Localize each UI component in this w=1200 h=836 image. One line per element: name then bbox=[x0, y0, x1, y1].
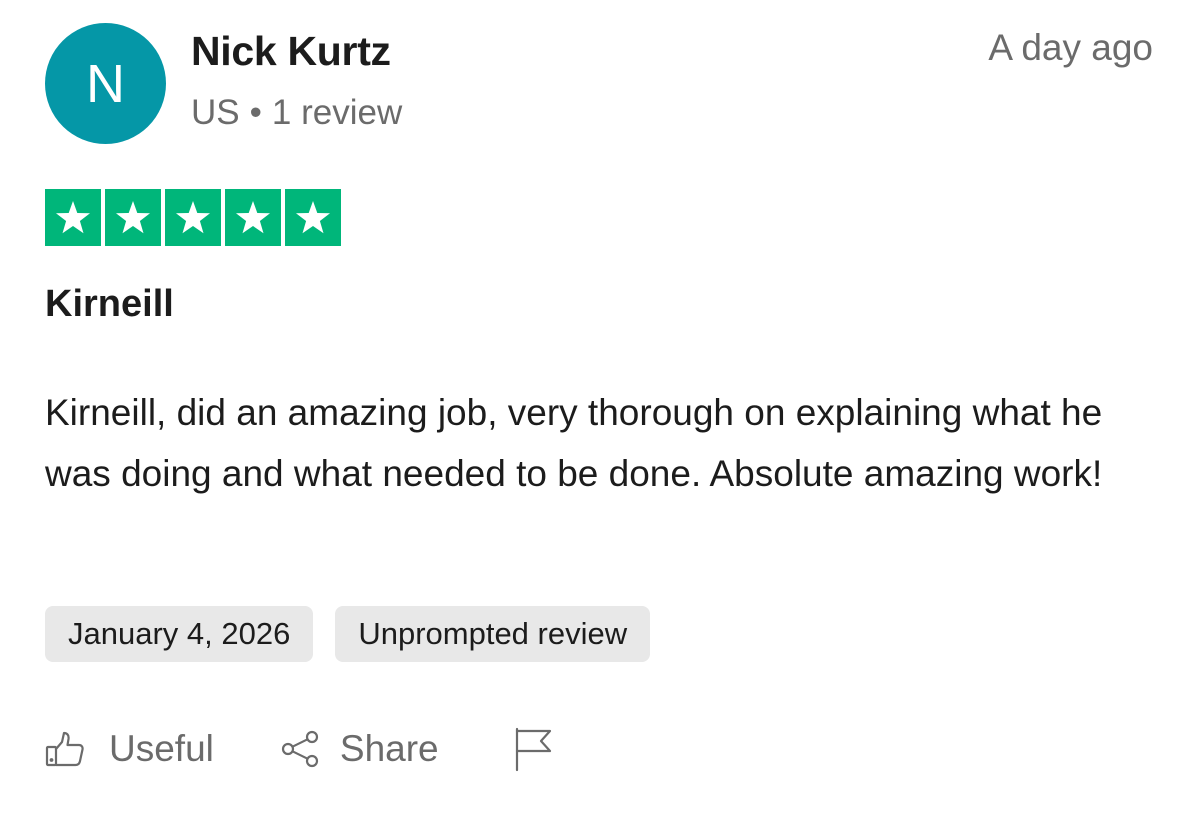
review-card: N Nick Kurtz US • 1 review A day ago Kirne… bbox=[0, 0, 1200, 836]
star-5 bbox=[285, 189, 341, 246]
avatar: N bbox=[45, 23, 166, 144]
star-3 bbox=[165, 189, 221, 246]
avatar-initial: N bbox=[86, 53, 125, 114]
star-1 bbox=[45, 189, 101, 246]
star-icon bbox=[176, 200, 210, 233]
star-4 bbox=[225, 189, 281, 246]
star-2 bbox=[105, 189, 161, 246]
reviewer-review-count[interactable]: 1 review bbox=[272, 93, 402, 132]
reviewer-name[interactable]: Nick Kurtz bbox=[191, 28, 391, 75]
star-icon bbox=[296, 200, 330, 233]
review-title[interactable]: Kirneill bbox=[45, 283, 174, 326]
posted-date: A day ago bbox=[988, 27, 1153, 68]
report-button[interactable] bbox=[514, 726, 554, 772]
thumbs-up-icon bbox=[45, 730, 85, 768]
share-icon bbox=[280, 729, 320, 769]
useful-button[interactable]: Useful bbox=[45, 728, 214, 770]
share-label: Share bbox=[339, 728, 439, 769]
useful-label: Useful bbox=[109, 728, 214, 769]
meta-separator: • bbox=[249, 93, 262, 132]
star-rating bbox=[45, 189, 341, 246]
flag-icon bbox=[514, 726, 554, 772]
share-button[interactable]: Share bbox=[280, 728, 439, 770]
review-type-badge[interactable]: Unprompted review bbox=[335, 606, 651, 662]
star-icon bbox=[56, 200, 90, 233]
star-icon bbox=[116, 200, 150, 233]
reviewer-meta: US • 1 review bbox=[191, 93, 402, 133]
review-tags: January 4, 2026 Unprompted review bbox=[45, 606, 651, 662]
star-icon bbox=[236, 200, 270, 233]
review-actions: Useful Share bbox=[45, 726, 554, 772]
review-body: Kirneill, did an amazing job, very thoro… bbox=[45, 392, 1103, 494]
reviewer-country: US bbox=[191, 93, 240, 132]
date-of-experience-badge: January 4, 2026 bbox=[45, 606, 314, 662]
